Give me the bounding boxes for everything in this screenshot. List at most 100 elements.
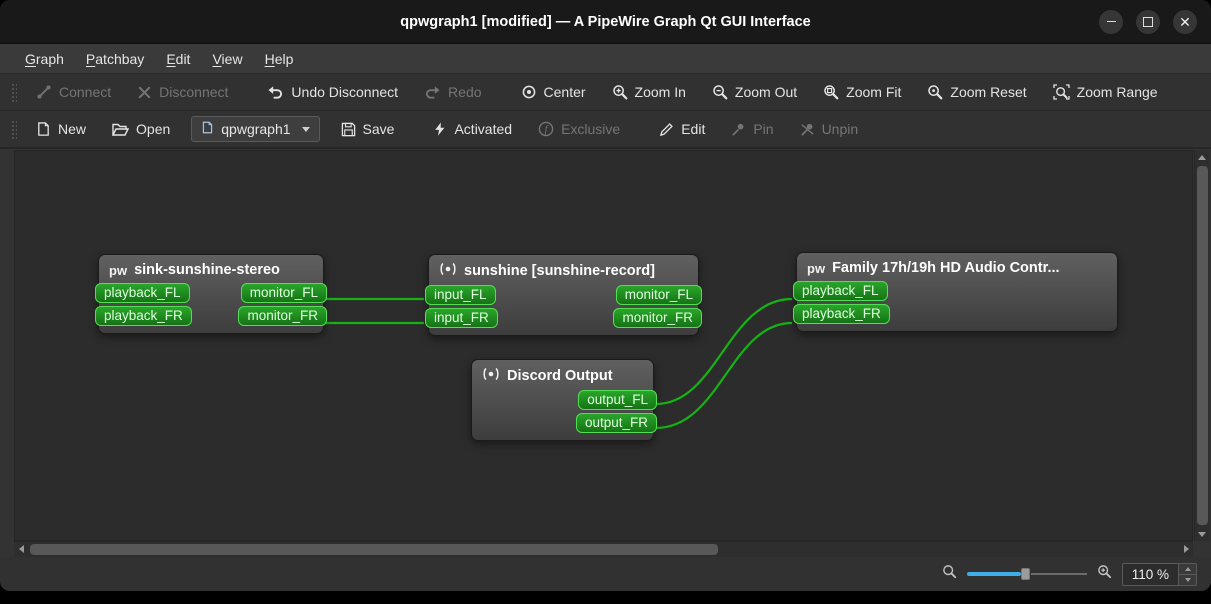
exclusive-button[interactable]: f Exclusive bbox=[528, 116, 630, 142]
new-file-icon bbox=[36, 121, 51, 137]
pipewire-icon: pw bbox=[807, 260, 826, 276]
port-monitor-fl[interactable]: monitor_FL bbox=[615, 285, 702, 305]
menu-help[interactable]: Help bbox=[254, 44, 305, 73]
port-playback-fl[interactable]: playback_FL bbox=[95, 283, 190, 303]
node-title-text: sunshine [sunshine-record] bbox=[464, 263, 655, 279]
minimize-button[interactable] bbox=[1099, 9, 1123, 34]
node-header: pw Family 17h/19h HD Audio Contr... bbox=[797, 253, 1117, 280]
port-input-fr[interactable]: input_FR bbox=[425, 308, 498, 328]
port-playback-fr[interactable]: playback_FR bbox=[95, 306, 192, 326]
patchbay-preset-value: qpwgraph1 bbox=[221, 121, 291, 137]
zoom-spin-down-button[interactable] bbox=[1179, 573, 1196, 585]
node-header: Discord Output bbox=[472, 360, 653, 389]
port-rows: output_FL output_FR bbox=[472, 389, 657, 440]
menubar: Graph Patchbay Edit View Help bbox=[0, 44, 1211, 74]
save-icon bbox=[341, 122, 356, 137]
window-title: qpwgraph1 [modified] — A PipeWire Graph … bbox=[400, 13, 811, 30]
zoom-range-button[interactable]: Zoom Range bbox=[1043, 79, 1168, 105]
port-rows: input_FL input_FR monitor_FL monitor_FR bbox=[425, 284, 702, 335]
maximize-button[interactable] bbox=[1136, 9, 1160, 34]
zoom-in-button[interactable]: Zoom In bbox=[602, 79, 696, 105]
titlebar: qpwgraph1 [modified] — A PipeWire Graph … bbox=[0, 0, 1211, 44]
open-label: Open bbox=[136, 121, 171, 137]
scroll-left-arrow[interactable] bbox=[14, 542, 28, 556]
toolbar-drag-handle[interactable] bbox=[10, 82, 17, 102]
open-button[interactable]: Open bbox=[102, 116, 180, 142]
record-icon bbox=[482, 367, 500, 385]
scroll-down-arrow[interactable] bbox=[1195, 527, 1209, 541]
vertical-scrollbar[interactable] bbox=[1194, 150, 1210, 541]
toolbar-drag-handle[interactable] bbox=[10, 119, 17, 139]
pipewire-icon: pw bbox=[109, 262, 128, 278]
scroll-up-arrow[interactable] bbox=[1195, 150, 1209, 164]
zoom-reset-icon bbox=[927, 84, 943, 100]
zoom-slider[interactable] bbox=[966, 566, 1087, 582]
pin-button[interactable]: Pin bbox=[721, 116, 783, 142]
zoom-reset-button[interactable]: Zoom Reset bbox=[917, 79, 1036, 105]
menu-view-label: View bbox=[212, 50, 243, 67]
port-input-fl[interactable]: input_FL bbox=[425, 285, 496, 305]
menu-patchbay[interactable]: Patchbay bbox=[75, 44, 155, 73]
chevron-down-icon bbox=[301, 126, 310, 132]
pin-label: Pin bbox=[753, 121, 774, 137]
exclusive-label: Exclusive bbox=[561, 121, 621, 137]
close-icon: ✕ bbox=[1179, 13, 1191, 30]
activated-label: Activated bbox=[454, 121, 513, 137]
port-monitor-fr[interactable]: monitor_FR bbox=[238, 306, 327, 326]
port-monitor-fl[interactable]: monitor_FL bbox=[240, 283, 327, 303]
zoom-slider-magnifier-icon bbox=[942, 564, 957, 584]
record-icon bbox=[439, 262, 457, 280]
zoom-fit-button[interactable]: Zoom Fit bbox=[813, 79, 911, 105]
port-rows: playback_FL playback_FR bbox=[793, 280, 1117, 331]
edit-button[interactable]: Edit bbox=[649, 116, 715, 142]
unpin-label: Unpin bbox=[821, 121, 859, 137]
patchbay-preset-combobox[interactable]: qpwgraph1 bbox=[191, 116, 320, 142]
connect-button[interactable]: Connect bbox=[26, 79, 121, 105]
horizontal-scrollbar[interactable] bbox=[14, 541, 1193, 557]
center-button[interactable]: Center bbox=[511, 79, 596, 105]
menu-graph[interactable]: Graph bbox=[14, 44, 75, 73]
disconnect-label: Disconnect bbox=[159, 84, 229, 100]
vertical-scroll-thumb[interactable] bbox=[1197, 166, 1208, 525]
node-sink-sunshine-stereo[interactable]: pw sink-sunshine-stereo playback_FL play… bbox=[95, 254, 327, 334]
unpin-button[interactable]: Unpin bbox=[790, 116, 869, 142]
horizontal-scroll-thumb[interactable] bbox=[30, 544, 718, 555]
node-discord-output[interactable]: Discord Output output_FL output_FR bbox=[471, 359, 657, 441]
node-title-text: Family 17h/19h HD Audio Contr... bbox=[832, 260, 1060, 276]
undo-label: Undo Disconnect bbox=[291, 84, 399, 100]
node-sunshine-record[interactable]: sunshine [sunshine-record] input_FL inpu… bbox=[425, 254, 702, 336]
scroll-right-arrow[interactable] bbox=[1179, 542, 1193, 556]
zoom-controls: 110 % bbox=[942, 562, 1197, 586]
activated-button[interactable]: Activated bbox=[423, 116, 522, 142]
toolbar-patchbay: New Open qpwgraph1 Save Activated f Excl… bbox=[0, 111, 1211, 148]
new-button[interactable]: New bbox=[26, 116, 96, 142]
zoom-in-icon bbox=[612, 84, 628, 100]
save-button[interactable]: Save bbox=[331, 116, 405, 142]
zoom-out-button[interactable]: Zoom Out bbox=[702, 79, 807, 105]
edit-label: Edit bbox=[681, 121, 706, 137]
node-family-hd-audio[interactable]: pw Family 17h/19h HD Audio Contr... play… bbox=[793, 252, 1118, 332]
disconnect-icon bbox=[137, 85, 152, 100]
port-output-fr[interactable]: output_FR bbox=[575, 413, 657, 433]
port-output-fl[interactable]: output_FL bbox=[578, 390, 657, 410]
connection-wires bbox=[325, 297, 793, 430]
port-playback-fl[interactable]: playback_FL bbox=[793, 281, 888, 301]
port-monitor-fr[interactable]: monitor_FR bbox=[613, 308, 702, 328]
minimize-icon bbox=[1106, 20, 1116, 23]
zoom-percent-spinbox[interactable]: 110 % bbox=[1121, 562, 1197, 586]
menu-edit[interactable]: Edit bbox=[155, 44, 201, 73]
graph-canvas[interactable]: pw sink-sunshine-stereo playback_FL play… bbox=[14, 150, 1193, 541]
undo-icon bbox=[267, 85, 284, 100]
redo-button[interactable]: Redo bbox=[414, 79, 491, 105]
port-playback-fr[interactable]: playback_FR bbox=[793, 304, 890, 324]
zoom-spin-up-button[interactable] bbox=[1179, 563, 1196, 574]
zoom-slider-track bbox=[1030, 573, 1087, 575]
zoom-slider-handle[interactable] bbox=[1020, 568, 1030, 580]
save-label: Save bbox=[362, 121, 395, 137]
menu-patchbay-label: Patchbay bbox=[85, 50, 145, 67]
undo-button[interactable]: Undo Disconnect bbox=[257, 79, 408, 105]
close-button[interactable]: ✕ bbox=[1173, 9, 1197, 34]
center-icon bbox=[521, 84, 537, 100]
disconnect-button[interactable]: Disconnect bbox=[127, 79, 238, 105]
menu-view[interactable]: View bbox=[201, 44, 253, 73]
